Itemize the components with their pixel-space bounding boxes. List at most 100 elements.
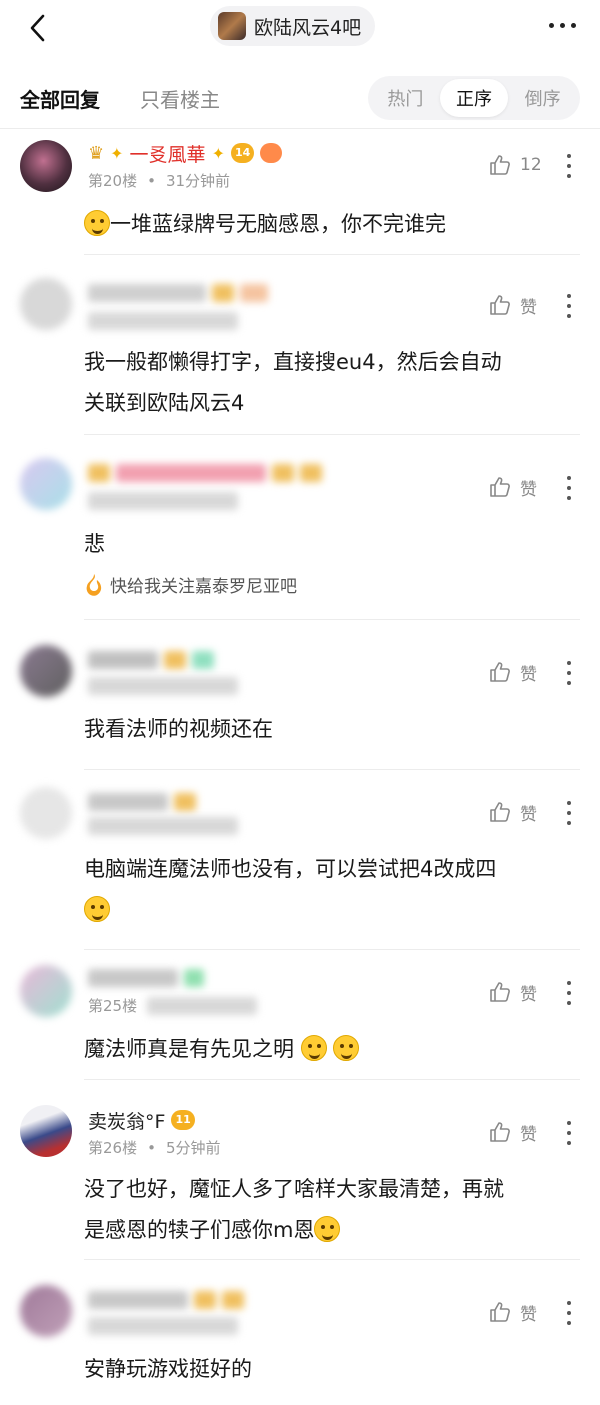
sort-ascending[interactable]: 正序 — [439, 79, 509, 117]
back-chevron-icon — [30, 14, 45, 42]
like-button[interactable]: 赞 — [488, 1117, 537, 1147]
grin-sweat-emoji-icon — [314, 1216, 341, 1242]
username-blurred — [88, 969, 178, 987]
reply-text: 悲 — [84, 532, 105, 556]
reply-text: 一堆蓝绿牌号无脑感恩，你不完谁完 — [84, 204, 584, 245]
divider — [84, 769, 580, 770]
avatar[interactable] — [20, 278, 72, 330]
forum-pill[interactable]: 欧陆风云4吧 — [210, 6, 376, 46]
reply-menu-icon[interactable] — [566, 981, 572, 1005]
avatar[interactable] — [20, 1105, 72, 1157]
reply-item: ♛ ✦ 一㕛風華 ✦ 14 第20楼 • 31分钟前 12 一堆蓝绿牌号无脑感恩… — [0, 128, 600, 256]
reply-item: 赞 安静玩游戏挺好的 — [0, 1261, 600, 1405]
reply-item: 赞 我看法师的视频还在 — [0, 621, 600, 771]
divider — [84, 619, 580, 620]
back-button[interactable] — [20, 10, 56, 46]
post-time: 5分钟前 — [165, 1139, 221, 1157]
level-badge: 11 — [171, 1110, 195, 1130]
reply-text: 没了也好，魔怔人多了啥样大家最清楚，再就 是感恩的犊子们感你m恩 — [84, 1177, 504, 1242]
tab-all-replies[interactable]: 全部回复 — [20, 84, 100, 113]
thumbs-up-icon — [490, 982, 510, 1002]
reply-item: 赞 电脑端连魔法师也没有，可以尝试把4改成四 — [0, 771, 600, 951]
divider — [84, 1079, 580, 1080]
reply-menu-icon[interactable] — [566, 294, 572, 318]
flame-icon — [86, 573, 102, 596]
level-badge: 14 — [230, 143, 255, 163]
smile-emoji-icon — [84, 896, 110, 922]
floor-number: 第26楼 — [88, 1139, 138, 1157]
signature[interactable]: 快给我关注嘉泰罗尼亚吧 — [84, 572, 297, 597]
reply-text: 安静玩游戏挺好的 — [84, 1357, 252, 1381]
tab-host-only[interactable]: 只看楼主 — [140, 84, 220, 113]
thumbs-up-icon — [490, 662, 510, 682]
reply-menu-icon[interactable] — [566, 1121, 572, 1145]
reply-text: 我看法师的视频还在 — [84, 717, 273, 741]
thumbs-up-icon — [490, 155, 510, 175]
sparkle-icon: ✦ — [211, 143, 225, 163]
grin-sweat-emoji-icon — [84, 210, 110, 236]
username-blurred — [88, 1291, 188, 1309]
reply-item: 第25楼 赞 魔法师真是有先见之明 — [0, 951, 600, 1081]
reply-menu-icon[interactable] — [566, 476, 572, 500]
sort-descending[interactable]: 倒序 — [508, 79, 577, 117]
like-button[interactable]: 赞 — [488, 977, 537, 1007]
sort-toggle: 热门 正序 倒序 — [368, 76, 580, 120]
crown-icon: ♛ — [88, 142, 105, 164]
sparkle-icon: ✦ — [110, 143, 124, 163]
reply-menu-icon[interactable] — [566, 1301, 572, 1325]
avatar[interactable] — [20, 787, 72, 839]
thumbs-up-icon — [490, 295, 510, 315]
thumbs-up-icon — [490, 802, 510, 822]
reply-text: 电脑端连魔法师也没有，可以尝试把4改成四 — [84, 849, 584, 931]
avatar[interactable] — [20, 965, 72, 1017]
username-blurred — [116, 464, 266, 482]
top-bar: 欧陆风云4吧 — [0, 0, 600, 56]
floor-number: 第25楼 — [88, 997, 138, 1015]
like-label: 赞 — [520, 1124, 537, 1145]
reply-menu-icon[interactable] — [566, 661, 572, 685]
avatar[interactable] — [20, 458, 72, 510]
filter-bar: 全部回复 只看楼主 热门 正序 倒序 — [0, 66, 600, 128]
surprised-emoji-icon — [300, 1035, 327, 1061]
reply-menu-icon[interactable] — [566, 154, 572, 178]
more-dots-icon — [549, 22, 554, 28]
divider — [84, 434, 580, 435]
sort-hot[interactable]: 热门 — [371, 79, 440, 117]
like-label: 赞 — [520, 804, 537, 825]
like-label: 赞 — [520, 297, 537, 318]
reply-menu-icon[interactable] — [566, 801, 572, 825]
forum-avatar — [218, 12, 246, 40]
like-button[interactable]: 赞 — [488, 1297, 537, 1327]
username[interactable]: 卖炭翁°F — [88, 1107, 165, 1134]
divider — [84, 254, 580, 255]
more-button[interactable] — [549, 14, 576, 36]
avatar[interactable] — [20, 1285, 72, 1337]
like-count: 12 — [520, 155, 542, 175]
avatar[interactable] — [20, 645, 72, 697]
forum-name: 欧陆风云4吧 — [254, 16, 362, 39]
avatar[interactable] — [20, 140, 72, 192]
like-button[interactable]: 赞 — [488, 290, 537, 320]
reply-item: 卖炭翁°F 11 第26楼 • 5分钟前 赞 没了也好，魔怔人多了啥样大家最清楚… — [0, 1081, 600, 1261]
game-badge-icon — [260, 143, 283, 163]
like-label: 赞 — [520, 479, 537, 500]
username[interactable]: 一㕛風華 — [130, 140, 206, 167]
thumbs-up-icon — [490, 477, 510, 497]
username-blurred — [88, 284, 206, 302]
reply-text: 魔法师真是有先见之明 — [84, 1029, 584, 1070]
thumbs-up-icon — [490, 1302, 510, 1322]
like-button[interactable]: 赞 — [488, 657, 537, 687]
username-blurred — [88, 651, 158, 669]
reply-text: 我一般都懒得打字，直接搜eu4，然后会自动 关联到欧陆风云4 — [84, 350, 502, 415]
username-blurred — [88, 793, 168, 811]
like-label: 赞 — [520, 664, 537, 685]
floor-number: 第20楼 — [88, 172, 138, 190]
divider — [84, 949, 580, 950]
reply-item: 赞 我一般都懒得打字，直接搜eu4，然后会自动 关联到欧陆风云4 — [0, 256, 600, 436]
like-button[interactable]: 12 — [488, 150, 542, 180]
divider — [84, 1259, 580, 1260]
reply-item: 赞 悲 快给我关注嘉泰罗尼亚吧 — [0, 436, 600, 621]
post-time: 31分钟前 — [165, 172, 231, 190]
like-button[interactable]: 赞 — [488, 797, 537, 827]
like-button[interactable]: 赞 — [488, 472, 537, 502]
